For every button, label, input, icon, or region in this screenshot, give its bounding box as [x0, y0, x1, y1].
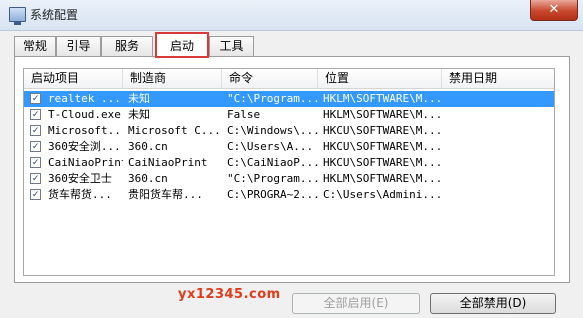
- tab-general[interactable]: 常规: [14, 36, 56, 56]
- row-checkbox[interactable]: ✓: [30, 173, 41, 184]
- enable-all-button[interactable]: 全部启用(E): [292, 293, 420, 314]
- command: "C:\Program...: [227, 172, 318, 185]
- command: "C:\Program...: [227, 92, 318, 105]
- list-header: 启动项目 制造商 命令 位置 禁用日期: [24, 69, 554, 89]
- startup-item-name: Microsoft...: [48, 124, 123, 137]
- column-header-command[interactable]: 命令: [222, 69, 318, 88]
- command: C:\CaiNiaoP...: [227, 156, 318, 169]
- startup-item-name: 360安全卫士: [48, 172, 112, 185]
- tab-tools[interactable]: 工具: [209, 36, 254, 56]
- column-header-disabled-date[interactable]: 禁用日期: [442, 69, 554, 88]
- startup-item-name: 货车帮货...: [48, 188, 112, 201]
- location: HKCU\SOFTWARE\M...: [323, 140, 441, 153]
- location: HKLM\SOFTWARE\M...: [323, 92, 441, 105]
- manufacturer: 未知: [128, 108, 150, 121]
- row-checkbox[interactable]: ✓: [30, 157, 41, 168]
- window-title: 系统配置: [30, 8, 79, 22]
- table-row[interactable]: ✓ CaiNiaoPrint CaiNiaoPrint C:\CaiNiaoP.…: [24, 155, 554, 171]
- startup-item-name: CaiNiaoPrint: [48, 156, 123, 169]
- row-checkbox[interactable]: ✓: [30, 93, 41, 104]
- row-checkbox[interactable]: ✓: [30, 125, 41, 136]
- command: False: [227, 108, 261, 121]
- location: C:\Users\Admini...: [323, 188, 441, 201]
- close-button[interactable]: ✕: [530, 0, 578, 21]
- startup-list[interactable]: 启动项目 制造商 命令 位置 禁用日期 ✓ realtek ... 未知 "C:…: [23, 68, 555, 276]
- table-row[interactable]: ✓ 360安全卫士 360.cn "C:\Program... HKLM\SOF…: [24, 171, 554, 187]
- disable-all-button[interactable]: 全部禁用(D): [430, 293, 556, 314]
- tab-startup[interactable]: 启动: [155, 32, 209, 58]
- manufacturer: 360.cn: [128, 140, 168, 153]
- column-header-location[interactable]: 位置: [318, 69, 442, 88]
- tab-services[interactable]: 服务: [101, 36, 153, 56]
- title-bar: 系统配置 ✕: [0, 0, 583, 31]
- command: C:\Users\A...: [227, 140, 314, 153]
- location: HKLM\SOFTWARE\M...: [323, 172, 441, 185]
- location: HKCU\SOFTWARE\M...: [323, 124, 441, 137]
- manufacturer: Microsoft C...: [128, 124, 221, 137]
- startup-item-name: realtek ...: [48, 92, 121, 105]
- manufacturer: 360.cn: [128, 172, 168, 185]
- manufacturer: 未知: [128, 92, 150, 105]
- table-row[interactable]: ✓ T-Cloud.exe 未知 False HKLM\SOFTWARE\M..…: [24, 107, 554, 123]
- manufacturer: CaiNiaoPrint: [128, 156, 208, 169]
- tab-boot[interactable]: 引导: [56, 36, 101, 56]
- row-checkbox[interactable]: ✓: [30, 189, 41, 200]
- manufacturer: 贵阳货车帮...: [128, 188, 203, 201]
- table-row[interactable]: ✓ 货车帮货... 贵阳货车帮... C:\PROGRA~2... C:\Use…: [24, 187, 554, 203]
- row-checkbox[interactable]: ✓: [30, 109, 41, 120]
- location: HKLM\SOFTWARE\M...: [323, 108, 441, 121]
- row-checkbox[interactable]: ✓: [30, 141, 41, 152]
- table-row[interactable]: ✓ Microsoft... Microsoft C... C:\Windows…: [24, 123, 554, 139]
- startup-item-name: T-Cloud.exe: [48, 108, 121, 121]
- column-header-manufacturer[interactable]: 制造商: [123, 69, 222, 88]
- command: C:\PROGRA~2...: [227, 188, 318, 201]
- startup-item-name: 360安全浏...: [48, 140, 121, 153]
- column-header-startup-item[interactable]: 启动项目: [24, 69, 123, 88]
- watermark-text: yx12345.com: [178, 287, 281, 302]
- table-row[interactable]: ✓ 360安全浏... 360.cn C:\Users\A... HKCU\SO…: [24, 139, 554, 155]
- system-config-icon: [9, 7, 26, 25]
- table-row[interactable]: ✓ realtek ... 未知 "C:\Program... HKLM\SOF…: [24, 91, 554, 107]
- location: HKCU\SOFTWARE\M...: [323, 156, 441, 169]
- command: C:\Windows\...: [227, 124, 318, 137]
